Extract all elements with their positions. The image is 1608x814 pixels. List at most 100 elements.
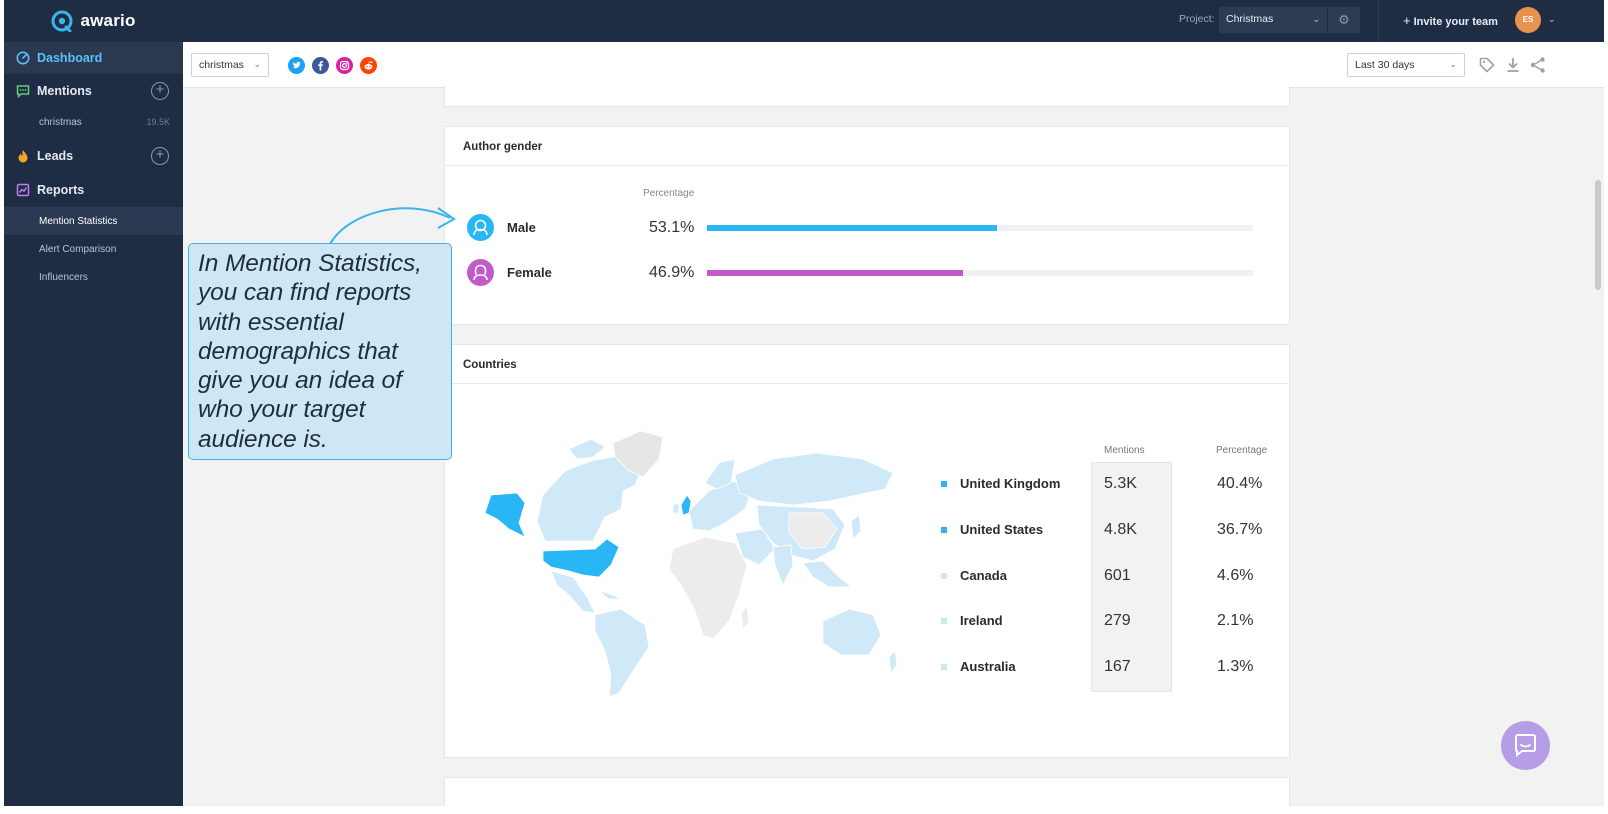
sidebar-item-reports[interactable]: Reports: [4, 173, 183, 207]
date-range-select[interactable]: Last 30 days ⌄: [1347, 53, 1465, 77]
country-percentage: 1.3%: [1217, 658, 1254, 675]
country-name: Ireland: [960, 613, 1003, 628]
callout-line: give you an idea of: [198, 367, 402, 395]
scrollbar-thumb[interactable]: [1595, 180, 1601, 290]
country-row: United Kingdom 5.3K 40.4%: [941, 470, 1281, 500]
invite-label: Invite your team: [1413, 16, 1498, 28]
gender-percentage: 53.1%: [649, 219, 695, 236]
reddit-icon[interactable]: [360, 57, 377, 74]
filter-bar: christmas ⌄ Last 30 days ⌄: [183, 42, 1604, 88]
author-gender-card: Author gender Percentage Male 53.1% Fema…: [444, 126, 1290, 325]
sidebar-report-mention-statistics[interactable]: Mention Statistics: [4, 207, 183, 235]
callout-line: with essential: [198, 308, 344, 336]
chevron-down-icon: ⌄: [1449, 59, 1457, 69]
gender-row-male: Male 53.1%: [467, 213, 1267, 243]
country-color-marker: [941, 573, 947, 579]
callout-line: In Mention Statistics,: [198, 250, 422, 277]
world-map[interactable]: [473, 425, 903, 705]
map-australia: [822, 608, 882, 656]
chat-bubble-icon: [1515, 734, 1536, 758]
awario-logo-icon: [51, 10, 73, 32]
sidebar-item-leads[interactable]: Leads +: [4, 139, 183, 173]
callout-line: you can find reports: [198, 279, 412, 307]
sidebar-report-alert-comparison[interactable]: Alert Comparison: [4, 235, 183, 263]
alert-label: christmas: [39, 116, 82, 128]
map-india: [772, 544, 794, 586]
add-mention-alert-button[interactable]: +: [151, 82, 169, 100]
percentage-column-header: Percentage: [1216, 445, 1268, 456]
country-row: Australia 167 1.3%: [941, 653, 1281, 683]
twitter-icon[interactable]: [288, 57, 305, 74]
chart-line-icon: [16, 183, 30, 197]
gender-bar-track: [707, 225, 1253, 231]
facebook-icon[interactable]: [312, 57, 329, 74]
sidebar-alert-christmas[interactable]: christmas 19.5K: [4, 108, 183, 136]
sidebar-report-influencers[interactable]: Influencers: [4, 263, 183, 291]
alert-select[interactable]: christmas ⌄: [191, 53, 269, 77]
alert-count: 19.5K: [146, 117, 170, 127]
speech-bubble-icon: [16, 84, 30, 98]
next-report-card: [444, 777, 1290, 806]
country-color-marker: [941, 481, 947, 487]
callout-line: who your target: [198, 396, 366, 424]
top-bar: Project: Christmas ⌄ ⚙ + Invite your team…: [183, 0, 1604, 42]
map-madagascar: [740, 606, 750, 630]
add-lead-alert-button[interactable]: +: [151, 147, 169, 165]
map-southeast-asia: [802, 560, 853, 588]
sidebar-item-label: Reports: [37, 183, 85, 197]
brand-logo[interactable]: awario: [4, 0, 183, 42]
project-select-value: Christmas: [1226, 13, 1274, 25]
report-item-label: Alert Comparison: [39, 243, 117, 255]
country-percentage: 36.7%: [1217, 521, 1263, 538]
sidebar-item-dashboard[interactable]: Dashboard: [4, 42, 183, 74]
instagram-icon[interactable]: [336, 57, 353, 74]
gear-icon: ⚙: [1338, 12, 1350, 27]
country-name: Canada: [960, 568, 1007, 583]
card-title: Countries: [445, 345, 1289, 384]
gender-percentage: 46.9%: [649, 264, 695, 281]
country-row: Ireland 279 2.1%: [941, 607, 1281, 637]
chevron-down-icon: ⌄: [253, 59, 261, 69]
country-percentage: 40.4%: [1217, 475, 1263, 492]
download-icon[interactable]: [1504, 56, 1522, 74]
country-name: United States: [960, 522, 1044, 537]
project-settings-button[interactable]: ⚙: [1328, 7, 1360, 33]
country-percentage: 2.1%: [1217, 612, 1254, 629]
gender-bar-track: [707, 270, 1253, 276]
page-scrollbar[interactable]: [1592, 88, 1604, 806]
gender-row-female: Female 46.9%: [467, 258, 1267, 288]
gender-bar-fill-female: [707, 270, 964, 276]
percentage-column-header: Percentage: [643, 188, 695, 199]
country-color-marker: [941, 618, 947, 624]
sidebar-item-label: Mentions: [37, 84, 92, 98]
previous-report-card: [444, 86, 1290, 107]
chat-support-button[interactable]: [1501, 721, 1550, 770]
country-percentage: 4.6%: [1217, 567, 1254, 584]
invite-team-button[interactable]: + Invite your team: [1403, 13, 1498, 28]
sidebar-item-label: Dashboard: [37, 51, 103, 65]
country-name: Australia: [960, 659, 1016, 674]
gender-label: Male: [507, 220, 536, 235]
country-color-marker: [941, 527, 947, 533]
country-row: Canada 601 4.6%: [941, 562, 1281, 592]
sidebar: awario Dashboard Mentions + christmas 19…: [4, 0, 183, 806]
project-select[interactable]: Christmas ⌄: [1219, 7, 1327, 33]
tag-icon[interactable]: [1478, 56, 1496, 74]
user-avatar[interactable]: ES: [1515, 7, 1541, 33]
map-ireland: [672, 502, 680, 514]
chevron-down-icon[interactable]: ⌄: [1548, 14, 1556, 25]
gender-bar-fill-male: [707, 225, 997, 231]
map-africa: [668, 536, 748, 640]
map-japan: [850, 514, 862, 540]
report-item-label: Mention Statistics: [39, 215, 118, 227]
callout-arrow: [329, 207, 456, 245]
plus-icon: +: [1403, 13, 1411, 28]
country-mentions: 279: [1104, 612, 1131, 629]
map-canada-islands: [568, 438, 606, 460]
mentions-column-header: Mentions: [1104, 445, 1145, 456]
map-russia: [734, 452, 894, 506]
sidebar-item-mentions[interactable]: Mentions +: [4, 74, 183, 108]
country-color-marker: [941, 664, 947, 670]
topbar-divider: [1378, 0, 1379, 42]
share-icon[interactable]: [1529, 56, 1547, 74]
